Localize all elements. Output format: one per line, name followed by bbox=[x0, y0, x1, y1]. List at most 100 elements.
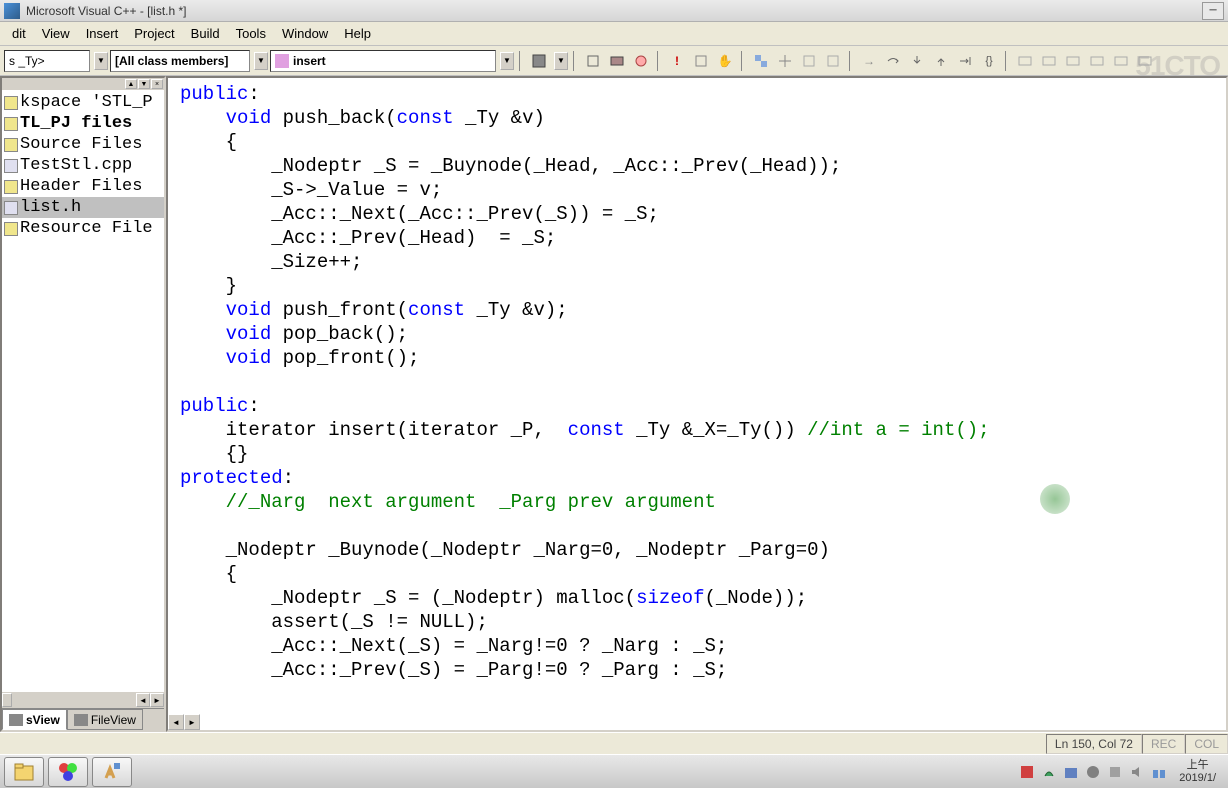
tb-icon-6[interactable] bbox=[774, 50, 796, 72]
tree-item-label: Header Files bbox=[20, 177, 142, 196]
menu-edit[interactable]: dit bbox=[4, 23, 34, 44]
scroll-thumb[interactable] bbox=[2, 693, 12, 707]
tb-icon-2[interactable] bbox=[606, 50, 628, 72]
toolbar-separator bbox=[573, 51, 577, 71]
tree-item[interactable]: TL_PJ files bbox=[2, 113, 164, 134]
taskbar: 上午 2019/1/ bbox=[0, 754, 1228, 788]
tree-item[interactable]: TestStl.cpp bbox=[2, 155, 164, 176]
tree-item[interactable]: Header Files bbox=[2, 176, 164, 197]
sidebar-tabs: sView FileView bbox=[2, 708, 164, 730]
sidebar-btn-2[interactable]: ▼ bbox=[138, 79, 150, 89]
tray-icon-2[interactable] bbox=[1041, 764, 1057, 780]
function-icon bbox=[275, 54, 289, 68]
braces-icon[interactable]: {} bbox=[978, 50, 1000, 72]
step-out-icon[interactable] bbox=[930, 50, 952, 72]
class-combo-text: s _Ty> bbox=[9, 54, 45, 68]
tb-icon-7[interactable] bbox=[798, 50, 820, 72]
task-app-1[interactable] bbox=[48, 757, 88, 787]
hscroll-left-icon[interactable]: ◄ bbox=[168, 714, 184, 730]
title-text: Microsoft Visual C++ - [list.h *] bbox=[26, 4, 1202, 18]
tb-icon-10[interactable] bbox=[1038, 50, 1060, 72]
menu-tools[interactable]: Tools bbox=[228, 23, 274, 44]
tb-icon-9[interactable] bbox=[1014, 50, 1036, 72]
exclaim-icon[interactable]: ! bbox=[666, 50, 688, 72]
menubar: dit View Insert Project Build Tools Wind… bbox=[0, 22, 1228, 46]
sidebar-header: ▲ ▼ × bbox=[2, 78, 164, 90]
folder-icon bbox=[4, 180, 18, 194]
tb-icon-8[interactable] bbox=[822, 50, 844, 72]
tree-item[interactable]: Source Files bbox=[2, 134, 164, 155]
tray-icon-3[interactable] bbox=[1063, 764, 1079, 780]
tray-icon-5[interactable] bbox=[1107, 764, 1123, 780]
tb-icon-4[interactable] bbox=[690, 50, 712, 72]
tree-item-label: list.h bbox=[20, 198, 81, 217]
wizard-arrow[interactable]: ▼ bbox=[554, 52, 568, 70]
toolbar-separator bbox=[657, 51, 661, 71]
status-col: COL bbox=[1185, 734, 1228, 754]
editor-hscroll[interactable]: ◄ ► bbox=[168, 714, 200, 730]
wizard-icon[interactable] bbox=[528, 50, 550, 72]
menu-insert[interactable]: Insert bbox=[78, 23, 127, 44]
tree-item-label: Resource File bbox=[20, 219, 153, 238]
tb-icon-1[interactable] bbox=[582, 50, 604, 72]
toolbar-separator bbox=[1005, 51, 1009, 71]
toolbar-separator bbox=[519, 51, 523, 71]
hand-icon[interactable]: ✋ bbox=[714, 50, 736, 72]
clock-top: 上午 bbox=[1179, 759, 1216, 772]
task-explorer[interactable] bbox=[4, 757, 44, 787]
step-over-icon[interactable] bbox=[882, 50, 904, 72]
tree-item[interactable]: list.h bbox=[2, 197, 164, 218]
tb-icon-13[interactable] bbox=[1110, 50, 1132, 72]
function-combo-arrow[interactable]: ▼ bbox=[500, 52, 514, 70]
toolbar-separator bbox=[741, 51, 745, 71]
menu-window[interactable]: Window bbox=[274, 23, 336, 44]
tab-classview[interactable]: sView bbox=[2, 709, 67, 730]
tray-icon-1[interactable] bbox=[1019, 764, 1035, 780]
tb-icon-12[interactable] bbox=[1086, 50, 1108, 72]
statusbar: Ln 150, Col 72 REC COL bbox=[0, 732, 1228, 754]
tray-network-icon[interactable] bbox=[1151, 764, 1167, 780]
code-editor[interactable]: public: void push_back(const _Ty &v) { _… bbox=[166, 76, 1228, 732]
tb-icon-3[interactable] bbox=[630, 50, 652, 72]
sidebar-hscroll[interactable]: ◄ ► bbox=[2, 692, 164, 708]
workspace-tree[interactable]: kspace 'STL_PTL_PJ filesSource FilesTest… bbox=[2, 90, 164, 692]
fileview-icon bbox=[74, 714, 88, 726]
tab-fileview-label: FileView bbox=[91, 713, 136, 727]
menu-view[interactable]: View bbox=[34, 23, 78, 44]
menu-project[interactable]: Project bbox=[126, 23, 182, 44]
tab-fileview[interactable]: FileView bbox=[67, 709, 143, 730]
scroll-right-icon[interactable]: ► bbox=[150, 693, 164, 707]
workspace-sidebar: ▲ ▼ × kspace 'STL_PTL_PJ filesSource Fil… bbox=[0, 76, 166, 732]
arrow-right-icon[interactable]: → bbox=[858, 50, 880, 72]
sidebar-close-icon[interactable]: × bbox=[151, 79, 163, 89]
code-content[interactable]: public: void push_back(const _Ty &v) { _… bbox=[168, 78, 1226, 686]
class-combo[interactable]: s _Ty> bbox=[4, 50, 90, 72]
status-rec: REC bbox=[1142, 734, 1185, 754]
tray-clock[interactable]: 上午 2019/1/ bbox=[1173, 759, 1216, 785]
minimize-button[interactable]: ─ bbox=[1202, 2, 1224, 20]
sidebar-btn-1[interactable]: ▲ bbox=[125, 79, 137, 89]
members-combo[interactable]: [All class members] bbox=[110, 50, 250, 72]
tb-icon-5[interactable] bbox=[750, 50, 772, 72]
menu-build[interactable]: Build bbox=[183, 23, 228, 44]
scroll-left-icon[interactable]: ◄ bbox=[136, 693, 150, 707]
toolbar-separator bbox=[849, 51, 853, 71]
hscroll-right-icon[interactable]: ► bbox=[184, 714, 200, 730]
task-paint[interactable] bbox=[92, 757, 132, 787]
tray-icon-4[interactable] bbox=[1085, 764, 1101, 780]
members-combo-arrow[interactable]: ▼ bbox=[254, 52, 268, 70]
tb-icon-11[interactable] bbox=[1062, 50, 1084, 72]
tray-volume-icon[interactable] bbox=[1129, 764, 1145, 780]
main-area: ▲ ▼ × kspace 'STL_PTL_PJ filesSource Fil… bbox=[0, 76, 1228, 732]
function-combo[interactable]: insert bbox=[270, 50, 496, 72]
window-controls: ─ bbox=[1202, 2, 1224, 20]
tree-item-label: TL_PJ files bbox=[20, 114, 132, 133]
clock-bottom: 2019/1/ bbox=[1179, 772, 1216, 785]
tree-item[interactable]: kspace 'STL_P bbox=[2, 92, 164, 113]
run-to-icon[interactable] bbox=[954, 50, 976, 72]
tree-item[interactable]: Resource File bbox=[2, 218, 164, 239]
step-into-icon[interactable] bbox=[906, 50, 928, 72]
class-combo-arrow[interactable]: ▼ bbox=[94, 52, 108, 70]
folder-icon bbox=[4, 222, 18, 236]
menu-help[interactable]: Help bbox=[336, 23, 379, 44]
